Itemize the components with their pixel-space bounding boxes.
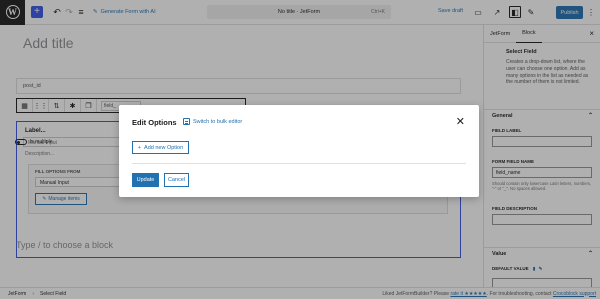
bulk-editor-label: Switch to bulk editor [193, 118, 243, 125]
edit-options-modal: Edit Options Switch to bulk editor ✕ + A… [119, 105, 479, 197]
plus-icon: + [137, 144, 142, 151]
cancel-button[interactable]: Cancel [164, 173, 189, 187]
close-icon[interactable]: ✕ [456, 115, 465, 128]
modal-divider [132, 163, 466, 164]
add-new-option-button[interactable]: + Add new Option [132, 141, 189, 154]
modal-title: Edit Options [132, 118, 177, 127]
bulk-editor-button[interactable]: Switch to bulk editor [183, 118, 242, 125]
bulk-editor-icon [183, 118, 190, 125]
add-new-option-label: Add new Option [144, 144, 184, 151]
update-button[interactable]: Update [132, 173, 159, 187]
